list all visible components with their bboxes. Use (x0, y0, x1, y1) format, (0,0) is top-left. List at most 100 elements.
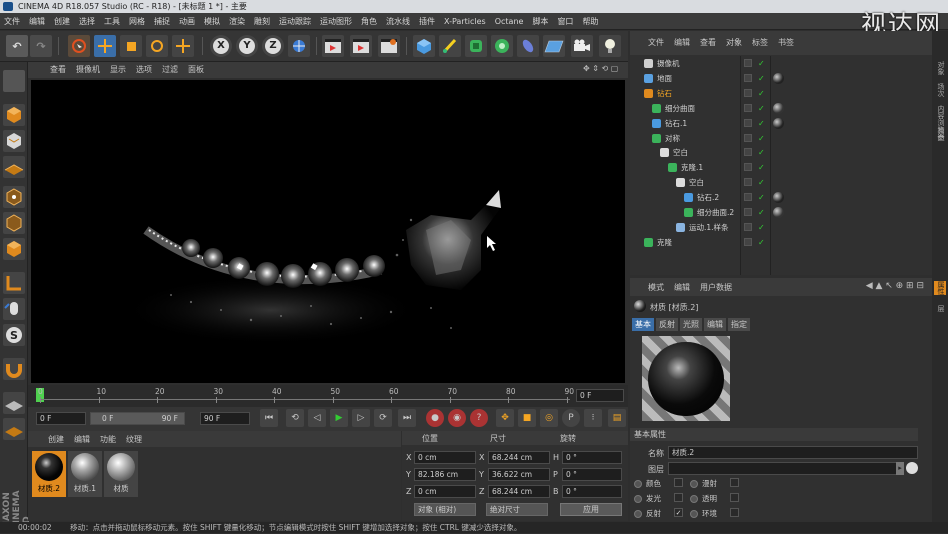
attribute-menu-item[interactable]: 编辑 (674, 282, 690, 293)
material-tag-icon[interactable] (773, 117, 784, 129)
auto-key-icon[interactable]: ◉ (448, 409, 466, 427)
menu-item[interactable]: 脚本 (532, 17, 548, 26)
live-selection-icon[interactable] (68, 35, 90, 57)
visibility-toggle[interactable] (744, 118, 752, 127)
channel-checkbox[interactable] (730, 493, 739, 502)
y-axis-lock-button[interactable]: Y (236, 35, 258, 57)
object-name[interactable]: 克隆 (657, 235, 672, 250)
enabled-check-icon[interactable]: ✓ (758, 205, 765, 220)
rotate-tool-icon[interactable] (146, 35, 168, 57)
key-rotation-icon[interactable]: ◎ (540, 409, 558, 427)
material-menu-item[interactable]: 创建 (48, 434, 64, 445)
object-name[interactable]: 钻石.2 (697, 190, 719, 205)
transform-tool-icon[interactable] (172, 35, 194, 57)
visibility-toggle[interactable] (744, 193, 752, 202)
visibility-toggle[interactable] (744, 237, 752, 246)
x-axis-lock-button[interactable]: X (210, 35, 232, 57)
camera-icon[interactable] (571, 35, 593, 57)
object-menu-item[interactable]: 查看 (700, 38, 716, 47)
size-field[interactable]: 68.244 cm (488, 451, 550, 464)
material-tag-icon[interactable] (773, 72, 784, 84)
object-name[interactable]: 地面 (657, 71, 672, 86)
object-name[interactable]: 运动.1.样条 (689, 220, 729, 235)
scale-tool-icon[interactable] (120, 35, 142, 57)
menu-item[interactable]: 插件 (419, 17, 435, 26)
size-mode-select[interactable]: 绝对尺寸 (486, 503, 548, 516)
object-name[interactable]: 细分曲面 (665, 101, 695, 116)
menu-item[interactable]: 雕刻 (254, 17, 270, 26)
viewport-nav-icons[interactable]: ✥ ⇕ ⟲ ▢ (583, 64, 623, 76)
visibility-toggle[interactable] (744, 103, 752, 112)
layer-field[interactable] (668, 462, 904, 475)
menu-item[interactable]: 文件 (4, 17, 20, 26)
points-mode-icon[interactable] (3, 186, 25, 208)
viewport[interactable] (31, 80, 625, 383)
channel-radio[interactable] (690, 480, 698, 488)
polygons-mode-icon[interactable] (3, 238, 25, 260)
previous-frame-icon[interactable]: ◁ (308, 409, 326, 427)
rotation-field[interactable]: 0 ° (562, 485, 622, 498)
enabled-check-icon[interactable]: ✓ (758, 116, 765, 131)
snapping-icon[interactable]: S (3, 324, 25, 346)
position-field[interactable]: 82.186 cm (414, 468, 476, 481)
viewport-menu-item[interactable]: 显示 (110, 65, 126, 74)
material-tag-icon[interactable] (773, 207, 784, 218)
enabled-check-icon[interactable]: ✓ (758, 131, 765, 146)
visibility-toggle[interactable] (744, 178, 752, 187)
menu-item[interactable]: 选择 (79, 17, 95, 26)
menu-item[interactable]: Octane (495, 17, 524, 26)
menu-item[interactable]: 窗口 (557, 17, 573, 26)
material-name-field[interactable]: 材质.2 (668, 446, 918, 459)
model-mode-icon[interactable] (3, 104, 25, 126)
material-menu-item[interactable]: 功能 (100, 434, 116, 445)
key-position-icon[interactable]: ✥ (496, 409, 514, 427)
object-row[interactable]: 空白 ✓ (630, 175, 932, 190)
menu-item[interactable]: X-Particles (444, 17, 486, 26)
object-name[interactable]: 对称 (665, 131, 680, 146)
menu-item[interactable]: 运动跟踪 (279, 17, 311, 26)
go-to-end-icon[interactable]: ⏭ (398, 409, 416, 427)
channel-checkbox[interactable] (674, 478, 683, 487)
visibility-toggle[interactable] (744, 133, 752, 142)
object-menu-item[interactable]: 书签 (778, 38, 794, 47)
material-slot[interactable]: 材质.1 (68, 451, 102, 497)
tweak-mode-icon[interactable] (3, 298, 25, 320)
object-name[interactable]: 摄像机 (657, 56, 680, 71)
object-name[interactable]: 钻石 (657, 86, 672, 101)
start-frame-field[interactable]: 0 F (36, 412, 86, 425)
menu-item[interactable]: 工具 (104, 17, 120, 26)
visibility-toggle[interactable] (744, 222, 752, 231)
key-scale-icon[interactable]: ■ (518, 409, 536, 427)
channel-checkbox[interactable] (730, 478, 739, 487)
object-row[interactable]: 对称 ✓ (630, 131, 932, 146)
enabled-check-icon[interactable]: ✓ (758, 220, 765, 235)
record-keys-icon[interactable]: ● (426, 409, 444, 427)
object-row[interactable]: 钻石 ✓ (630, 86, 932, 101)
position-field[interactable]: 0 cm (414, 451, 476, 464)
visibility-toggle[interactable] (744, 148, 752, 157)
object-row[interactable]: 运动.1.样条 ✓ (630, 220, 932, 235)
channel-radio[interactable] (690, 495, 698, 503)
rotation-field[interactable]: 0 ° (562, 468, 622, 481)
object-name[interactable]: 细分曲面.2 (697, 205, 734, 220)
attribute-nav-icons[interactable]: ◀ ▲ ↖ ⊕ ⊞ ⊟ (866, 281, 924, 291)
menu-item[interactable]: 模拟 (204, 17, 220, 26)
enabled-check-icon[interactable]: ✓ (758, 71, 765, 86)
enabled-check-icon[interactable]: ✓ (758, 160, 765, 175)
timeline-window-icon[interactable]: ▤ (608, 409, 626, 427)
workplane-snap-icon[interactable] (3, 418, 25, 440)
layer-arrow-icon[interactable]: ▸ (896, 462, 904, 475)
attribute-menu-item[interactable]: 模式 (648, 282, 664, 293)
channel-radio[interactable] (634, 495, 642, 503)
material-menu-item[interactable]: 纹理 (126, 434, 142, 445)
channel-radio[interactable] (634, 510, 642, 518)
enabled-check-icon[interactable]: ✓ (758, 190, 765, 205)
layer-picker-icon[interactable] (906, 462, 918, 474)
object-row[interactable]: 克隆 ✓ (630, 235, 932, 250)
material-slot[interactable]: 材质.2 (32, 451, 66, 497)
menu-item[interactable]: 帮助 (582, 17, 598, 26)
move-tool-icon[interactable] (94, 35, 116, 57)
material-tag-icon[interactable] (773, 102, 784, 114)
next-frame-icon[interactable]: ▷ (352, 409, 370, 427)
viewport-menu-item[interactable]: 摄像机 (76, 65, 100, 74)
